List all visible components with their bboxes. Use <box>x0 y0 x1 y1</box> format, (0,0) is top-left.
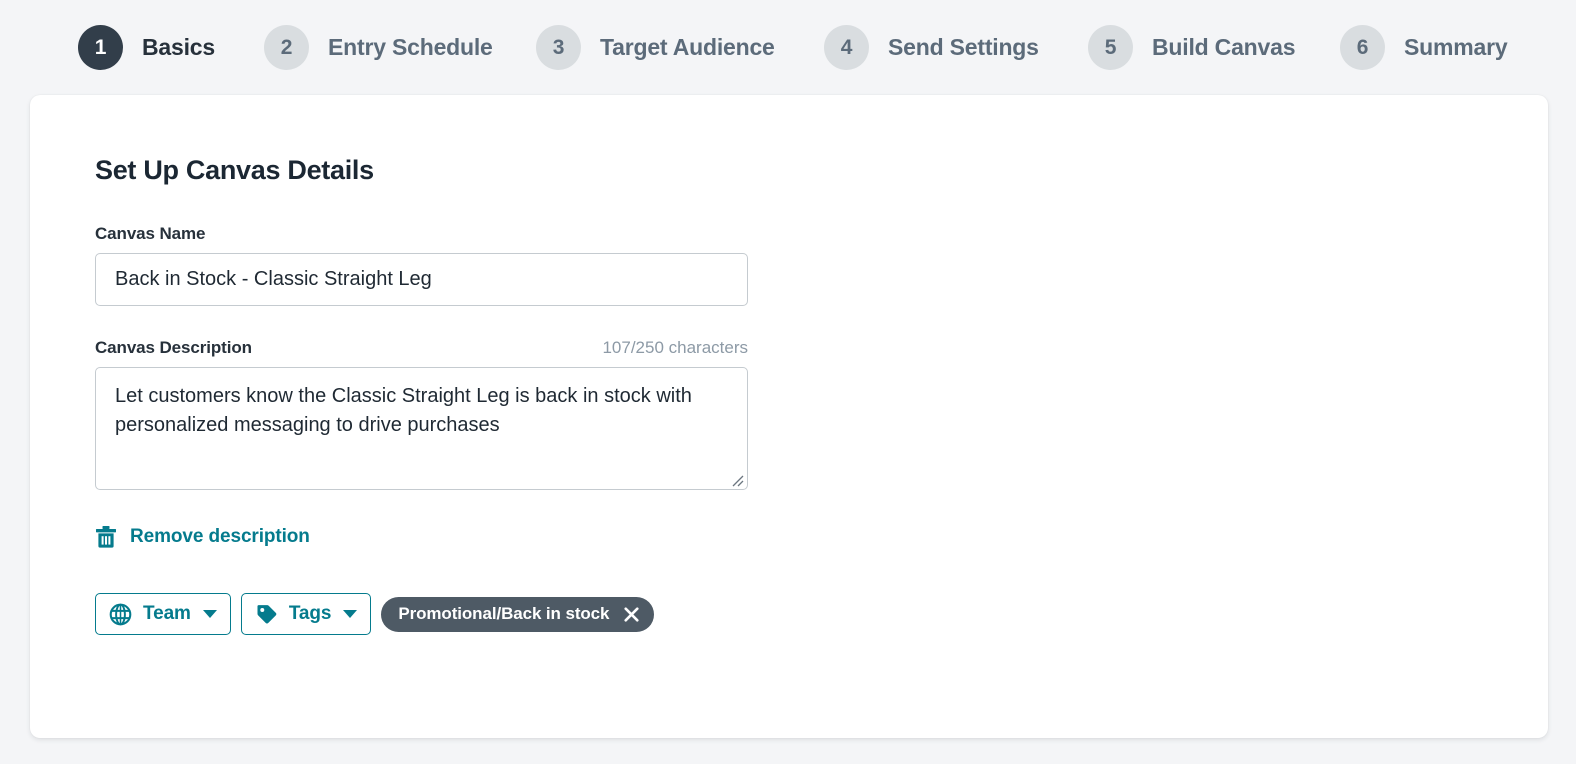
tag-chip-label: Promotional/Back in stock <box>398 604 610 623</box>
canvas-details-card: Set Up Canvas Details Canvas Name Canvas… <box>30 95 1548 738</box>
stepper-step-basics[interactable]: 1 Basics <box>78 22 264 74</box>
remove-description-button[interactable]: Remove description <box>95 525 310 549</box>
tag-chip: Promotional/Back in stock <box>381 596 655 632</box>
step-number-badge: 5 <box>1088 25 1133 70</box>
tag-icon <box>257 604 277 623</box>
canvas-name-label-row: Canvas Name <box>95 224 748 244</box>
globe-icon <box>109 603 132 625</box>
team-dropdown-label: Team <box>143 603 191 624</box>
step-number-badge: 6 <box>1340 25 1385 70</box>
step-label: Build Canvas <box>1152 34 1296 60</box>
canvas-description-wrapper <box>95 367 748 490</box>
canvas-description-textarea[interactable] <box>95 367 748 490</box>
tags-dropdown-label: Tags <box>288 603 332 624</box>
step-number-badge: 4 <box>824 25 869 70</box>
tags-dropdown-button[interactable]: Tags <box>240 593 372 635</box>
stepper-step-build-canvas[interactable]: 5 Build Canvas <box>1088 22 1340 74</box>
close-icon[interactable] <box>623 606 640 623</box>
step-number-badge: 2 <box>264 25 309 70</box>
wizard-stepper: 1 Basics 2 Entry Schedule 3 Target Audie… <box>0 0 1576 95</box>
trash-icon <box>96 526 116 548</box>
step-label: Entry Schedule <box>328 34 493 60</box>
canvas-name-label: Canvas Name <box>95 224 206 243</box>
chevron-down-icon <box>202 610 217 618</box>
character-counter: 107/250 characters <box>602 338 748 357</box>
canvas-controls-row: Team Tags Promotional/Back in stock <box>95 593 1548 635</box>
chevron-down-icon <box>343 610 358 618</box>
canvas-description-label-row: Canvas Description 107/250 characters <box>95 338 748 358</box>
stepper-step-target-audience[interactable]: 3 Target Audience <box>536 22 824 74</box>
step-label: Send Settings <box>888 34 1039 60</box>
step-label: Basics <box>142 34 215 60</box>
stepper-step-summary[interactable]: 6 Summary <box>1340 22 1570 74</box>
canvas-description-label: Canvas Description <box>95 338 252 357</box>
step-label: Summary <box>1404 34 1508 60</box>
team-dropdown-button[interactable]: Team <box>95 593 231 635</box>
stepper-step-send-settings[interactable]: 4 Send Settings <box>824 22 1088 74</box>
step-number-badge: 1 <box>78 25 123 70</box>
step-number-badge: 3 <box>536 25 581 70</box>
canvas-name-input[interactable] <box>95 253 748 306</box>
step-label: Target Audience <box>600 34 775 60</box>
stepper-step-entry-schedule[interactable]: 2 Entry Schedule <box>264 22 536 74</box>
page-title: Set Up Canvas Details <box>95 155 374 185</box>
remove-description-label: Remove description <box>130 526 310 547</box>
